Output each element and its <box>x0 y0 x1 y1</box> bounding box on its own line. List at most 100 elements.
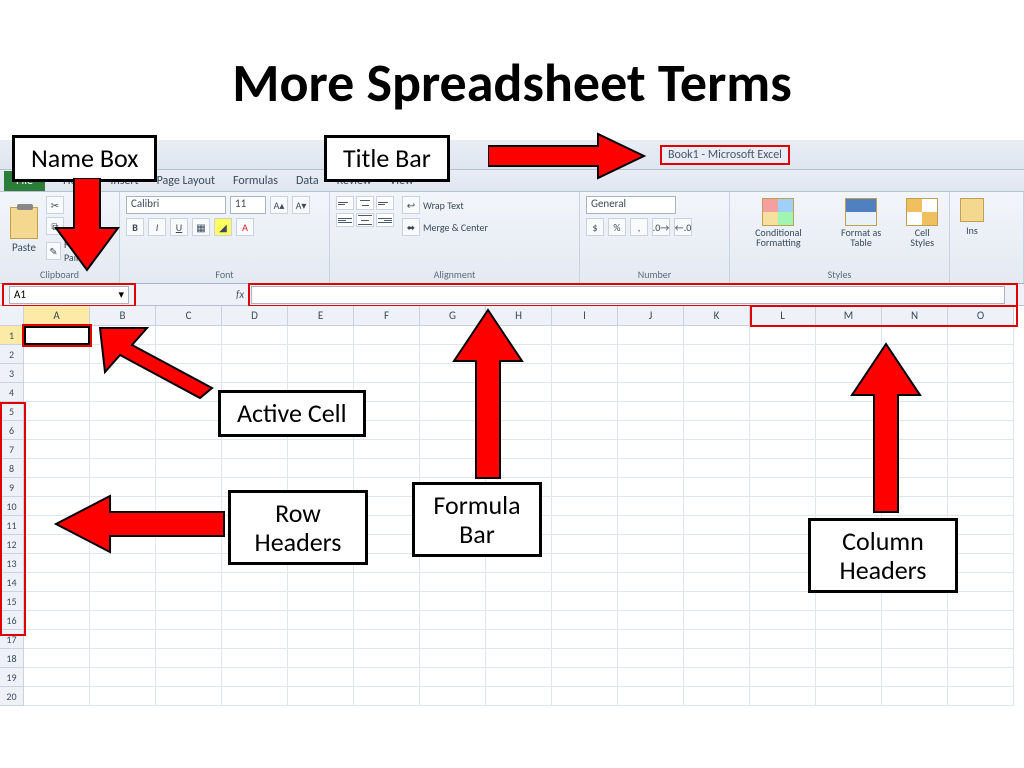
cell[interactable] <box>948 345 1014 364</box>
cell[interactable] <box>816 630 882 649</box>
cell[interactable] <box>288 687 354 706</box>
cell[interactable] <box>750 383 816 402</box>
cell[interactable] <box>552 687 618 706</box>
font-size-select[interactable]: 11 <box>230 196 266 214</box>
cell[interactable] <box>750 554 816 573</box>
cell[interactable] <box>948 630 1014 649</box>
cell[interactable] <box>24 649 90 668</box>
cell[interactable] <box>156 421 222 440</box>
cell[interactable] <box>684 516 750 535</box>
cell[interactable] <box>750 478 816 497</box>
cell[interactable] <box>354 459 420 478</box>
cell[interactable] <box>750 687 816 706</box>
cell[interactable] <box>90 459 156 478</box>
cell[interactable] <box>90 668 156 687</box>
column-header-F[interactable]: F <box>354 306 420 326</box>
cell[interactable] <box>486 630 552 649</box>
cell[interactable] <box>552 326 618 345</box>
cell[interactable] <box>750 592 816 611</box>
cell[interactable] <box>552 383 618 402</box>
column-header-J[interactable]: J <box>618 306 684 326</box>
cell[interactable] <box>354 573 420 592</box>
cell[interactable] <box>288 611 354 630</box>
cell[interactable] <box>354 326 420 345</box>
wrap-text-button[interactable]: ↩ Wrap Text <box>402 196 488 214</box>
cell[interactable] <box>288 668 354 687</box>
cell[interactable] <box>486 611 552 630</box>
cell[interactable] <box>156 649 222 668</box>
cell[interactable] <box>684 668 750 687</box>
cell[interactable] <box>222 573 288 592</box>
cell[interactable] <box>354 668 420 687</box>
cell[interactable] <box>552 440 618 459</box>
cell[interactable] <box>24 459 90 478</box>
cell[interactable] <box>288 649 354 668</box>
cell[interactable] <box>882 649 948 668</box>
cell[interactable] <box>222 345 288 364</box>
cell[interactable] <box>354 649 420 668</box>
column-header-E[interactable]: E <box>288 306 354 326</box>
cell[interactable] <box>354 364 420 383</box>
cell[interactable] <box>618 440 684 459</box>
cell[interactable] <box>354 440 420 459</box>
cell[interactable] <box>90 402 156 421</box>
cell[interactable] <box>156 611 222 630</box>
cell[interactable] <box>552 459 618 478</box>
name-box[interactable]: A1 ▾ <box>9 286 129 304</box>
cell[interactable] <box>618 535 684 554</box>
cell[interactable] <box>288 440 354 459</box>
cell[interactable] <box>288 364 354 383</box>
cell[interactable] <box>288 592 354 611</box>
cell[interactable] <box>552 421 618 440</box>
font-name-select[interactable]: Calibri <box>126 196 226 214</box>
cell[interactable] <box>552 592 618 611</box>
cell[interactable] <box>222 687 288 706</box>
comma-button[interactable]: , <box>630 218 648 236</box>
cell[interactable] <box>288 459 354 478</box>
cell[interactable] <box>420 649 486 668</box>
cell[interactable] <box>486 668 552 687</box>
cell[interactable] <box>24 592 90 611</box>
cell[interactable] <box>618 478 684 497</box>
column-header-A[interactable]: A <box>24 306 90 326</box>
cell[interactable] <box>948 440 1014 459</box>
paste-button[interactable]: Paste <box>6 205 42 256</box>
cell[interactable] <box>948 383 1014 402</box>
cell[interactable] <box>486 687 552 706</box>
cell[interactable] <box>948 687 1014 706</box>
merge-center-button[interactable]: ⬌ Merge & Center <box>402 218 488 236</box>
cell[interactable] <box>882 592 948 611</box>
row-header-20[interactable]: 20 <box>0 687 24 706</box>
cell[interactable] <box>750 649 816 668</box>
cell[interactable] <box>618 421 684 440</box>
cell[interactable] <box>486 592 552 611</box>
cell[interactable] <box>354 630 420 649</box>
cell[interactable] <box>24 364 90 383</box>
cell[interactable] <box>156 554 222 573</box>
cell[interactable] <box>684 687 750 706</box>
cell[interactable] <box>618 497 684 516</box>
cell[interactable] <box>24 573 90 592</box>
cell[interactable] <box>618 364 684 383</box>
decrease-decimal-button[interactable]: ←.0 <box>674 218 692 236</box>
cell[interactable] <box>552 573 618 592</box>
cell[interactable] <box>882 668 948 687</box>
cell[interactable] <box>816 649 882 668</box>
cell[interactable] <box>420 611 486 630</box>
cell[interactable] <box>882 687 948 706</box>
conditional-formatting-button[interactable]: Conditional Formatting <box>736 196 821 250</box>
cell[interactable] <box>420 630 486 649</box>
border-button[interactable]: ▦ <box>192 218 210 236</box>
cell[interactable] <box>156 592 222 611</box>
cell[interactable] <box>684 630 750 649</box>
cell[interactable] <box>684 611 750 630</box>
cell[interactable] <box>24 611 90 630</box>
cell[interactable] <box>552 478 618 497</box>
cell[interactable] <box>288 326 354 345</box>
cell[interactable] <box>750 421 816 440</box>
horizontal-align-buttons[interactable] <box>336 213 394 227</box>
cell-styles-button[interactable]: Cell Styles <box>901 196 943 250</box>
currency-button[interactable]: $ <box>586 218 604 236</box>
fill-color-button[interactable]: ◢ <box>214 218 232 236</box>
shrink-font-button[interactable]: A▾ <box>292 196 310 214</box>
